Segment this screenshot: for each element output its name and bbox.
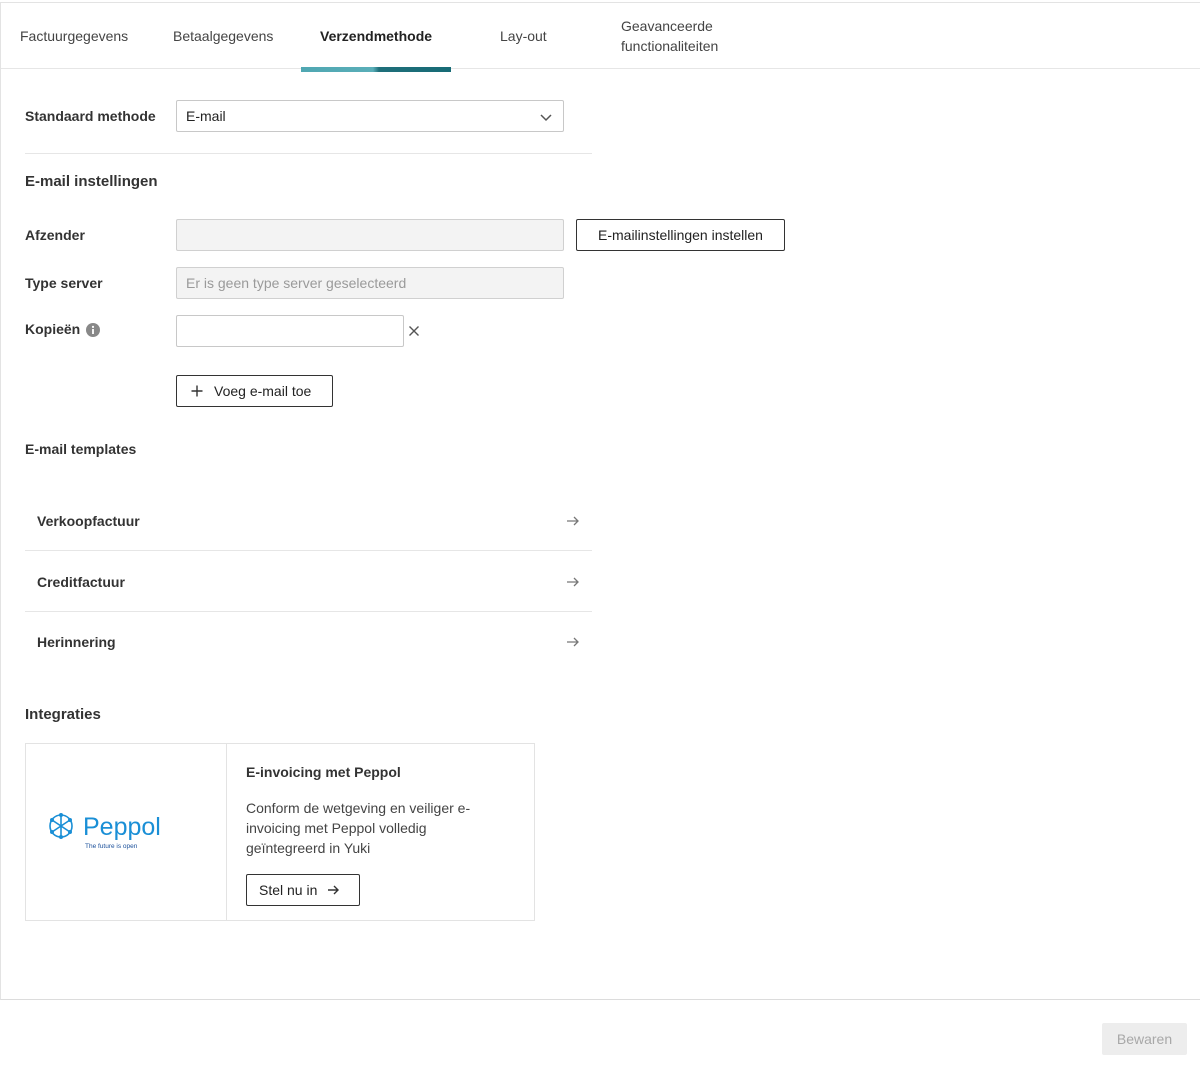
copies-label: Kopieën (25, 321, 81, 337)
add-email-label: Voeg e-mail toe (214, 383, 312, 399)
section-divider (25, 153, 592, 154)
peppol-logo-tagline: The future is open (85, 843, 138, 850)
template-label: Herinnering (37, 634, 116, 650)
settings-panel: Factuurgegevens Betaalgegevens Verzendme… (0, 2, 1200, 1000)
arrow-right-icon (567, 577, 579, 587)
peppol-logo-area: Peppol The future is open (26, 744, 227, 920)
peppol-integration-card: Peppol The future is open E-invoicing me… (25, 743, 535, 921)
footer-bar: Bewaren (0, 1000, 1200, 1070)
setup-now-label: Stel nu in (259, 882, 318, 898)
arrow-right-icon (567, 637, 579, 647)
peppol-logo: Peppol The future is open (49, 813, 161, 850)
card-title: E-invoicing met Peppol (246, 764, 401, 780)
server-type-field[interactable]: Er is geen type server geselecteerd (176, 267, 564, 299)
add-email-button[interactable]: Voeg e-mail toe (176, 375, 333, 407)
standard-method-label: Standaard methode (25, 108, 156, 124)
configure-email-settings-button[interactable]: E-mailinstellingen instellen (576, 219, 785, 251)
active-tab-indicator (301, 67, 451, 72)
standard-method-select[interactable]: E-mail (176, 100, 564, 132)
server-type-label: Type server (25, 275, 103, 291)
info-icon[interactable] (86, 323, 100, 337)
plus-icon (191, 385, 203, 397)
standard-method-value: E-mail (186, 108, 226, 124)
setup-now-button[interactable]: Stel nu in (246, 874, 360, 906)
integrations-heading: Integraties (25, 706, 101, 723)
tab-bar: Factuurgegevens Betaalgegevens Verzendme… (1, 3, 1200, 72)
copies-email-input[interactable] (176, 315, 404, 347)
close-icon[interactable] (408, 325, 420, 337)
tab-factuurgegevens[interactable]: Factuurgegevens (20, 3, 128, 69)
template-label: Verkoopfactuur (37, 512, 140, 529)
template-row-verkoopfactuur[interactable]: Verkoopfactuur (25, 491, 592, 551)
tab-geavanceerde-functionaliteiten[interactable]: Geavanceerde functionaliteiten (621, 3, 718, 69)
tab-betaalgegevens[interactable]: Betaalgegevens (173, 3, 273, 69)
template-row-creditfactuur[interactable]: Creditfactuur (25, 552, 592, 612)
card-description: Conform de wetgeving en veiliger e-invoi… (246, 800, 471, 856)
sender-label: Afzender (25, 227, 85, 243)
tab-label-line1: Geavanceerde (621, 18, 713, 34)
save-button[interactable]: Bewaren (1102, 1023, 1187, 1055)
peppol-logo-text: Peppol (83, 813, 161, 841)
tab-verzendmethode[interactable]: Verzendmethode (320, 3, 432, 69)
template-label: Creditfactuur (37, 573, 125, 590)
email-settings-heading: E-mail instellingen (25, 173, 158, 190)
template-row-herinnering[interactable]: Herinnering (25, 612, 592, 672)
email-templates-heading: E-mail templates (25, 441, 137, 457)
tab-label-line2: functionaliteiten (621, 38, 719, 54)
arrow-right-icon (567, 516, 579, 526)
tab-layout[interactable]: Lay-out (500, 3, 547, 69)
sender-field[interactable] (176, 219, 564, 251)
chevron-down-icon (540, 114, 552, 122)
arrow-right-icon (328, 885, 340, 895)
